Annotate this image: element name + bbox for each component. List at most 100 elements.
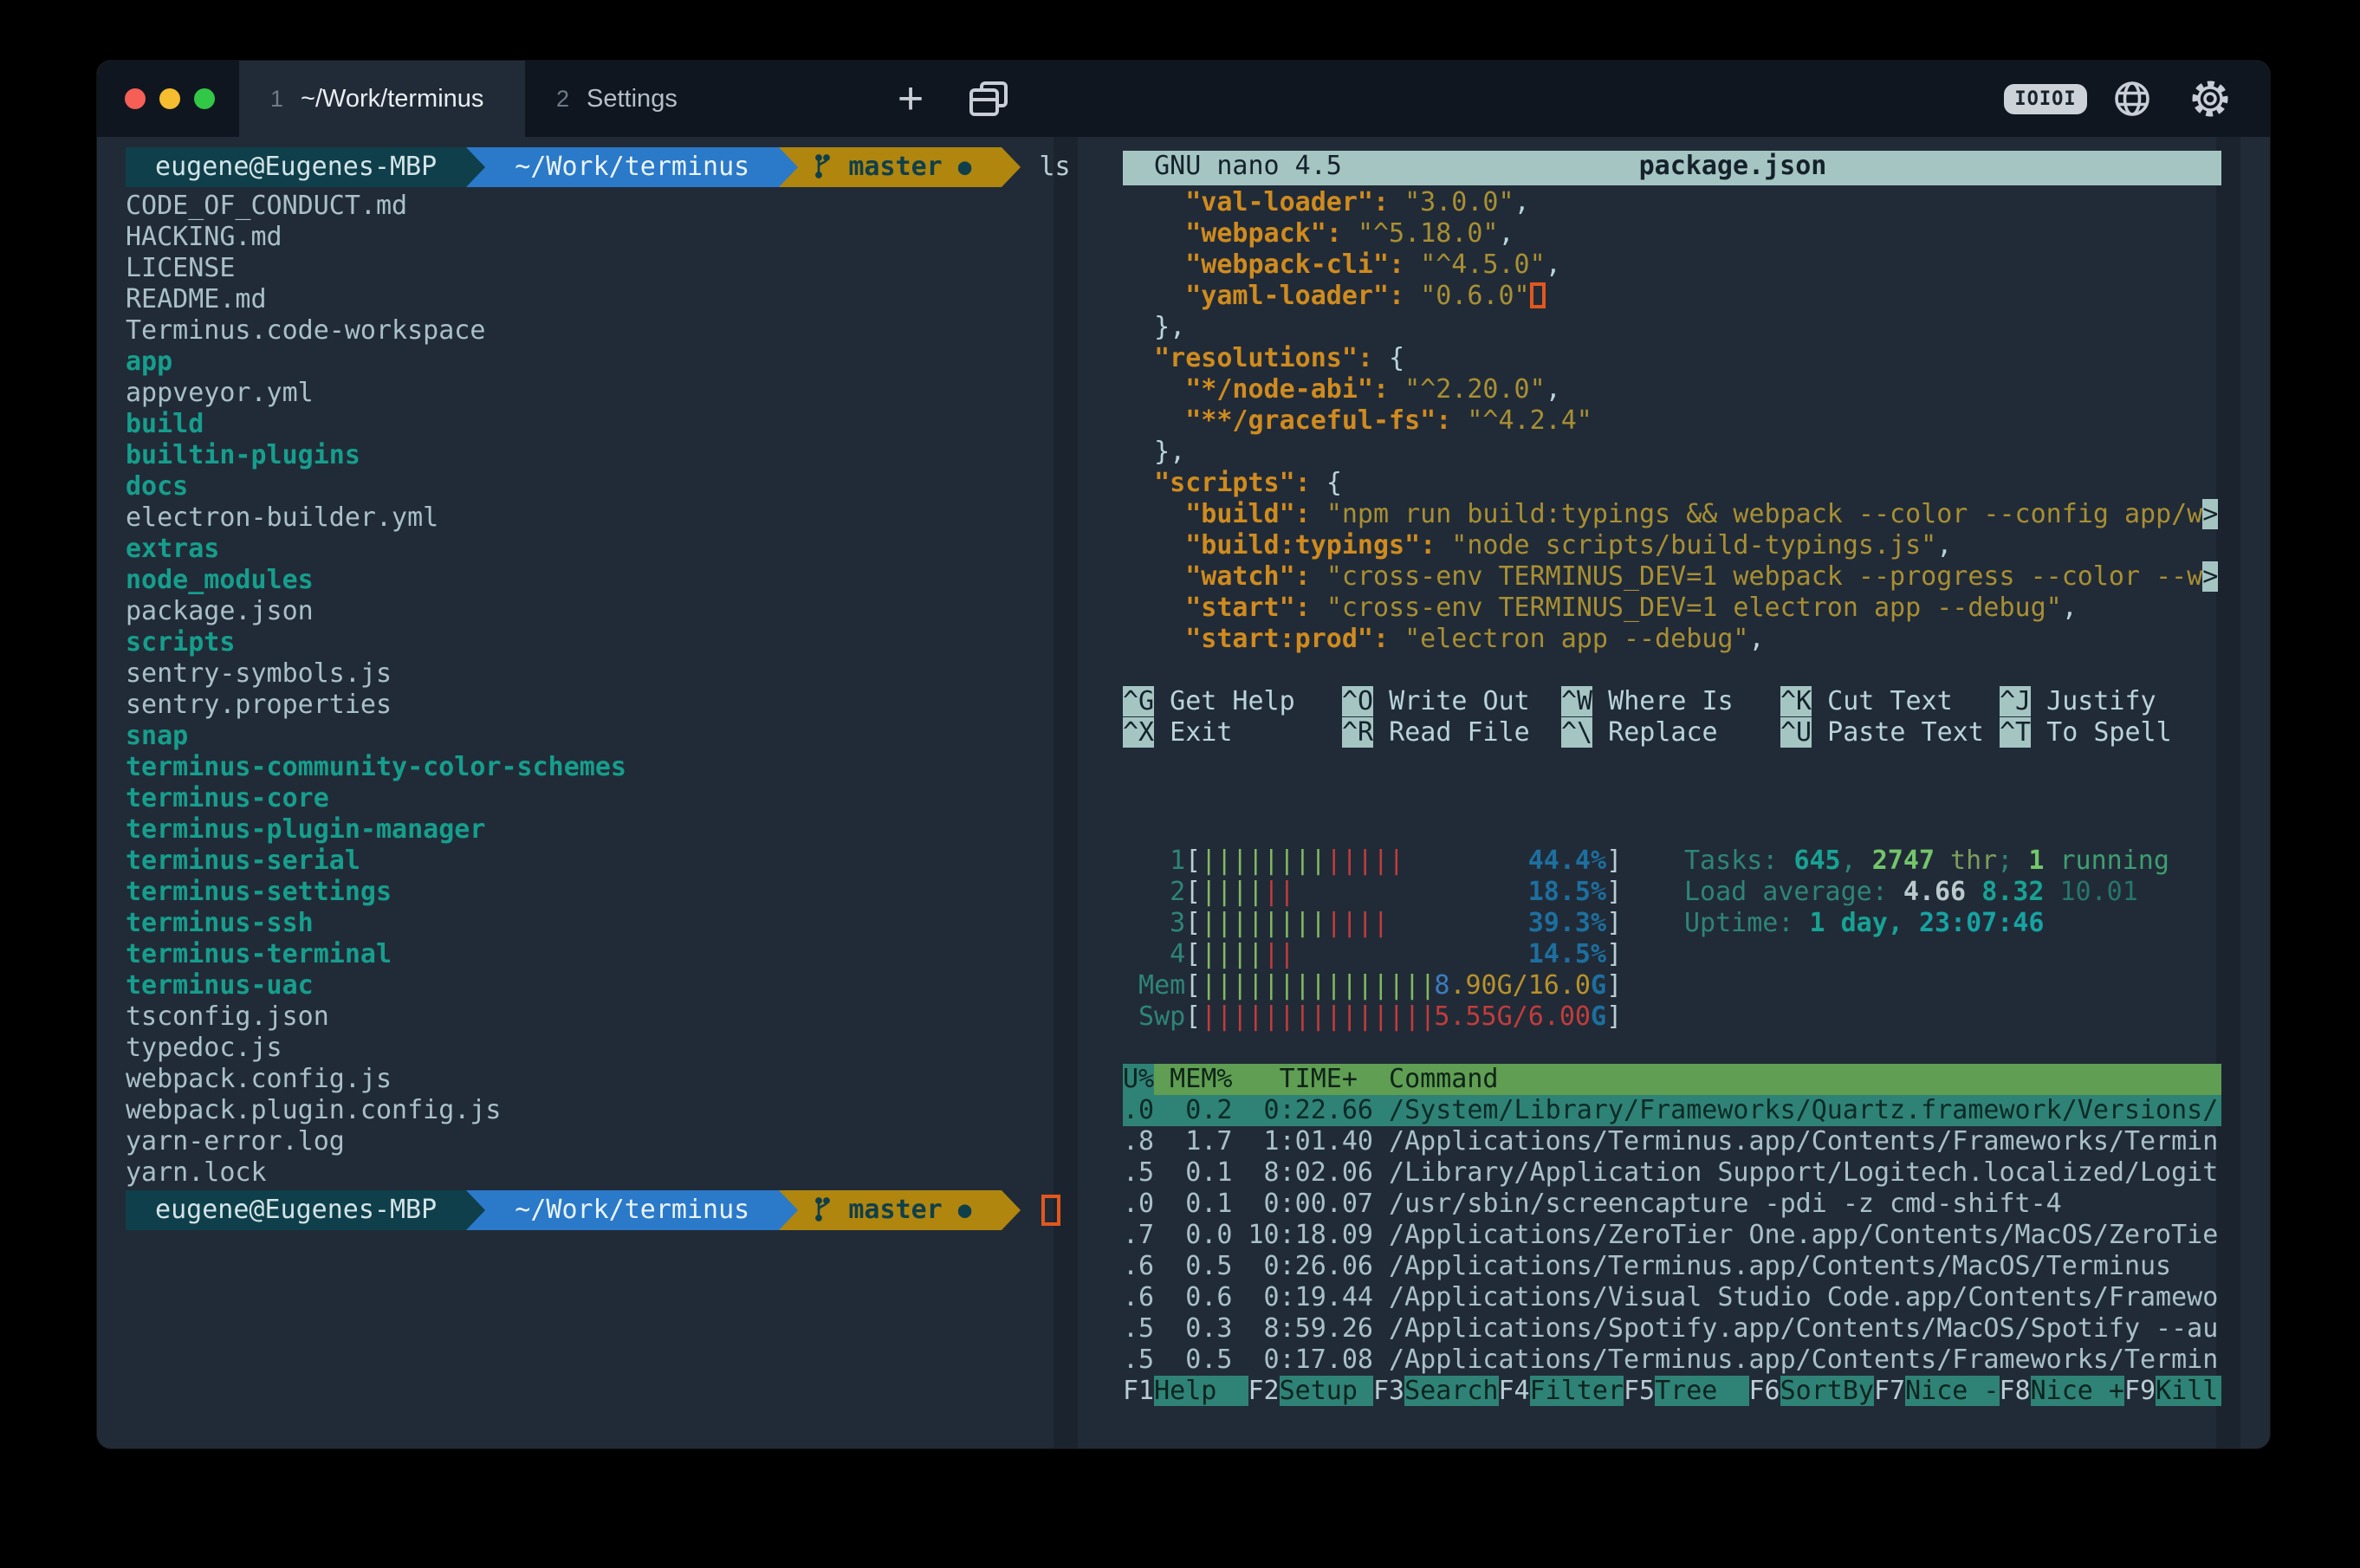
shell-prompt: eugene@Eugenes-MBP ~/Work/terminus maste…: [126, 147, 1118, 187]
shortcut-label: Read File: [1373, 717, 1530, 748]
ls-directory-entry: terminus-plugin-manager: [126, 814, 1118, 846]
shortcut-key: ^G: [1123, 686, 1154, 716]
powerline-arrow-icon: [466, 147, 485, 187]
htop-fnkey-f6[interactable]: F6SortBy: [1749, 1376, 1875, 1407]
new-tab-button[interactable]: +: [872, 61, 950, 137]
tab-work-terminus[interactable]: 1 ~/Work/terminus: [239, 61, 525, 137]
nano-line: "start:prod": "electron app --debug",: [1123, 624, 2221, 655]
terminal-cursor: [1041, 1195, 1060, 1226]
process-row[interactable]: .6 0.6 0:19.44 /Applications/Visual Stud…: [1123, 1282, 2221, 1313]
git-dirty-dot-icon: ●: [958, 152, 972, 183]
right-terminal-pane[interactable]: GNU nano 4.5 package.json "val-loader": …: [1123, 151, 2221, 1407]
meter-bars: ||||||18.5%: [1201, 877, 1606, 908]
close-window-button[interactable]: [125, 88, 146, 109]
htop-info-line: Load average: 4.66 8.32 10.01: [1684, 877, 2169, 908]
nano-shortcut-row: ^X Exit^R Read File^\ Replace^U Paste Te…: [1123, 717, 2221, 748]
nano-line: "**/graceful-fs": "^4.2.4": [1123, 405, 2221, 437]
nano-shortcut[interactable]: ^X Exit: [1123, 717, 1342, 748]
nano-line: "start": "cross-env TERMINUS_DEV=1 elect…: [1123, 593, 2221, 624]
nano-shortcut[interactable]: ^J Justify: [2000, 686, 2219, 717]
fnkey-action: Kill: [2156, 1376, 2221, 1406]
meter-value: 5.55G/6.00G: [1434, 1001, 1606, 1033]
ls-file-entry: sentry-symbols.js: [126, 658, 1118, 690]
plus-icon: +: [898, 76, 924, 121]
fnkey-number: F9: [2124, 1376, 2156, 1406]
left-terminal-pane[interactable]: eugene@Eugenes-MBP ~/Work/terminus maste…: [126, 146, 1118, 1234]
nano-shortcut[interactable]: ^G Get Help: [1123, 686, 1342, 717]
zoom-window-button[interactable]: [194, 88, 215, 109]
fnkey-number: F7: [1874, 1376, 1905, 1406]
process-row[interactable]: .6 0.5 0:26.06 /Applications/Terminus.ap…: [1123, 1251, 2221, 1282]
ls-file-entry: CODE_OF_CONDUCT.md: [126, 191, 1118, 222]
tab-settings[interactable]: 2 Settings: [525, 61, 811, 137]
ls-directory-entry: docs: [126, 471, 1118, 502]
fnkey-action: Help: [1154, 1376, 1248, 1406]
shell-prompt: eugene@Eugenes-MBP ~/Work/terminus maste…: [126, 1190, 1118, 1230]
ls-file-entry: electron-builder.yml: [126, 502, 1118, 534]
typed-command: ls: [1040, 152, 1071, 183]
nano-line: "val-loader": "3.0.0",: [1123, 187, 2221, 218]
meter-value: 14.5%: [1528, 939, 1606, 970]
nano-shortcut[interactable]: ^T To Spell: [2000, 717, 2219, 748]
settings-button[interactable]: [2171, 61, 2249, 137]
ls-directory-entry: build: [126, 409, 1118, 440]
htop-fnkey-f7[interactable]: F7Nice -: [1874, 1376, 2000, 1407]
process-row[interactable]: .7 0.0 10:18.09 /Applications/ZeroTier O…: [1123, 1220, 2221, 1251]
nano-shortcut[interactable]: ^R Read File: [1342, 717, 1561, 748]
sort-column-cpu[interactable]: U%: [1123, 1064, 1154, 1095]
prompt-user-segment: eugene@Eugenes-MBP: [126, 1190, 466, 1230]
prompt-git-segment: master ●: [798, 147, 1001, 187]
process-row[interactable]: .5 0.5 0:17.08 /Applications/Terminus.ap…: [1123, 1344, 2221, 1376]
ls-directory-entry: app: [126, 347, 1118, 378]
nano-shortcut[interactable]: ^U Paste Text: [1780, 717, 2000, 748]
nano-shortcut[interactable]: ^O Write Out: [1342, 686, 1561, 717]
shortcut-label: Cut Text: [1812, 686, 1953, 716]
tab-number: 1: [270, 86, 283, 113]
serial-ports-button[interactable]: IOIOI: [1998, 61, 2093, 137]
globe-icon: [2112, 79, 2152, 119]
htop-fnkey-f4[interactable]: F4Filter: [1499, 1376, 1624, 1407]
ls-directory-entry: terminus-terminal: [126, 939, 1118, 970]
fnkey-action: Filter: [1530, 1376, 1624, 1406]
process-table-header[interactable]: U% MEM% TIME+ Command: [1123, 1064, 2221, 1095]
htop-fnkey-f2[interactable]: F2Setup: [1248, 1376, 1374, 1407]
shortcut-key: ^\: [1561, 717, 1592, 748]
ls-directory-entry: terminus-settings: [126, 877, 1118, 908]
meter-label: Swp: [1123, 1001, 1185, 1033]
nano-line: "yaml-loader": "0.6.0": [1123, 281, 2221, 312]
memory-meter: Mem[|||||||||||||||8.90G/16.0G]: [1123, 970, 2221, 1001]
nano-shortcut[interactable]: ^W Where Is: [1561, 686, 1780, 717]
web-button[interactable]: [2093, 61, 2171, 137]
process-row[interactable]: .5 0.1 8:02.06 /Library/Application Supp…: [1123, 1157, 2221, 1189]
shortcut-label: Where Is: [1592, 686, 1734, 716]
process-row-selected[interactable]: .0 0.2 0:22.66 /System/Library/Framework…: [1123, 1095, 2221, 1126]
git-dirty-dot-icon: ●: [958, 1195, 972, 1226]
split-windows-button[interactable]: [950, 61, 1028, 137]
powerline-arrow-icon: [466, 1190, 485, 1230]
process-row[interactable]: .0 0.1 0:00.07 /usr/sbin/screencapture -…: [1123, 1189, 2221, 1220]
line-continuation-marker: >: [2202, 561, 2218, 592]
meter-label: Mem: [1123, 970, 1185, 1001]
ls-file-entry: tsconfig.json: [126, 1001, 1118, 1033]
htop-fnkey-f8[interactable]: F8Nice +: [2000, 1376, 2125, 1407]
nano-editor: GNU nano 4.5 package.json "val-loader": …: [1123, 151, 2221, 748]
shortcut-label: Justify: [2031, 686, 2156, 716]
htop-fnkey-f5[interactable]: F5Tree: [1624, 1376, 1749, 1407]
nano-line: "*/node-abi": "^2.20.0",: [1123, 374, 2221, 405]
htop-fnkey-f3[interactable]: F3Search: [1373, 1376, 1499, 1407]
htop-fnkey-f1[interactable]: F1Help: [1123, 1376, 1248, 1407]
header-columns: MEM% TIME+ Command: [1154, 1064, 1498, 1095]
ls-file-entry: appveyor.yml: [126, 378, 1118, 409]
nano-shortcut[interactable]: ^\ Replace: [1561, 717, 1780, 748]
fnkey-action: Nice +: [2031, 1376, 2124, 1406]
minimize-window-button[interactable]: [159, 88, 180, 109]
fnkey-action: Nice -: [1905, 1376, 1999, 1406]
nano-shortcut[interactable]: ^K Cut Text: [1780, 686, 2000, 717]
process-row[interactable]: .8 1.7 1:01.40 /Applications/Terminus.ap…: [1123, 1126, 2221, 1157]
ls-directory-entry: node_modules: [126, 565, 1118, 596]
shortcut-key: ^X: [1123, 717, 1154, 748]
process-row[interactable]: .5 0.3 8:59.26 /Applications/Spotify.app…: [1123, 1313, 2221, 1344]
htop-fnkey-f9[interactable]: F9Kill: [2124, 1376, 2221, 1407]
ls-file-entry: LICENSE: [126, 253, 1118, 284]
fnkey-action: Setup: [1280, 1376, 1373, 1406]
